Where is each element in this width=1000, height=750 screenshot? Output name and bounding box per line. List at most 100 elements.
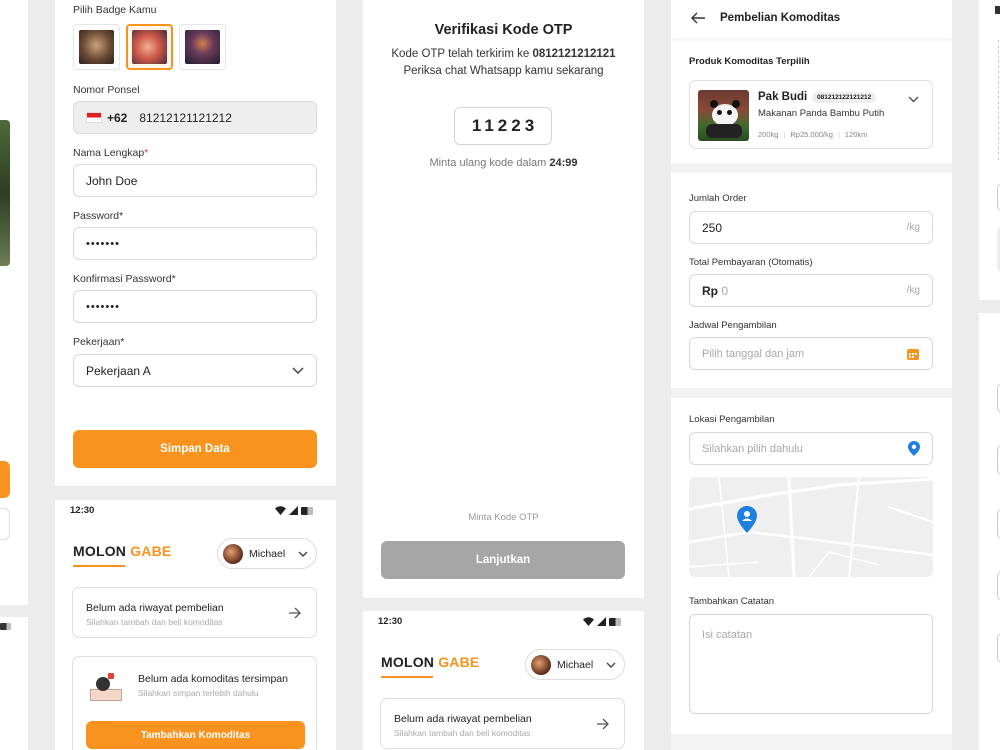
history-subtitle: Silahkan tambah dan beli komoditas xyxy=(394,728,531,738)
badge-image-3 xyxy=(185,30,220,64)
left-edge-photo xyxy=(0,120,10,266)
left-edge-card xyxy=(0,508,10,540)
saved-commodity-card: Belum ada komoditas tersimpan Silahkan s… xyxy=(72,656,317,750)
battery-icon xyxy=(301,506,313,515)
schedule-placeholder: Pilih tanggal dan jam xyxy=(702,347,805,360)
product-name: Makanan Panda Bambu Putih xyxy=(758,108,885,119)
save-data-button[interactable]: Simpan Data xyxy=(73,430,317,468)
otp-code-input[interactable]: 11223 xyxy=(454,107,552,145)
notes-placeholder: Isi catatan xyxy=(702,629,753,641)
indonesia-flag-icon xyxy=(86,112,102,123)
name-value: John Doe xyxy=(86,173,138,188)
schedule-field[interactable]: Pilih tanggal dan jam xyxy=(689,337,933,370)
location-pin-icon xyxy=(908,441,920,456)
logo-underline xyxy=(381,676,433,678)
purchase-header: Pembelian Komoditas xyxy=(671,0,952,38)
request-otp-link[interactable]: Minta Kode OTP xyxy=(363,512,644,523)
total-payment-field: Rp 0 /kg xyxy=(689,274,933,307)
order-unit: /kg xyxy=(906,222,920,233)
chevron-down-icon xyxy=(606,662,616,668)
avatar xyxy=(531,654,551,675)
map-roads xyxy=(689,477,933,577)
badge-image-1 xyxy=(79,30,114,64)
logo-underline xyxy=(73,565,125,567)
wifi-icon xyxy=(583,617,594,626)
user-menu[interactable]: Michael xyxy=(217,538,317,569)
history-card[interactable]: Belum ada riwayat pembelian Silahkan tam… xyxy=(72,587,317,638)
schedule-label: Jadwal Pengambilan xyxy=(689,320,777,331)
location-map[interactable] xyxy=(689,477,933,577)
section-divider xyxy=(671,734,952,750)
notes-label: Tambahkan Catatan xyxy=(689,596,775,607)
app-logo: MOLON GABE xyxy=(381,654,480,670)
otp-title: Verifikasi Kode OTP xyxy=(434,22,573,38)
history-title: Belum ada riwayat pembelian xyxy=(86,602,224,614)
avatar xyxy=(223,543,243,564)
panda-product-image xyxy=(698,90,749,141)
home-panel-2: 12:30 MOLON GABE Michael Belum ada riway… xyxy=(363,611,644,750)
otp-panel: Verifikasi Kode OTP Kode OTP telah terki… xyxy=(363,0,644,598)
location-label: Lokasi Pengambilan xyxy=(689,414,775,425)
section-divider xyxy=(671,163,952,173)
badge-option-2-selected[interactable] xyxy=(126,24,173,70)
status-icons xyxy=(275,506,313,515)
right-edge-status-text xyxy=(995,6,1000,14)
order-quantity-field[interactable]: 250 /kg xyxy=(689,211,933,244)
battery-icon xyxy=(609,617,621,626)
location-field[interactable]: Silahkan pilih dahulu xyxy=(689,432,933,465)
history-title: Belum ada riwayat pembelian xyxy=(394,713,532,725)
map-pin-icon xyxy=(737,506,757,533)
name-field[interactable]: John Doe xyxy=(73,164,317,197)
status-time: 12:30 xyxy=(378,616,403,627)
confirm-password-field[interactable]: ••••••• xyxy=(73,290,317,323)
badge-label: Pilih Badge Kamu xyxy=(73,4,157,16)
location-placeholder: Silahkan pilih dahulu xyxy=(702,442,803,455)
badge-option-3[interactable] xyxy=(179,24,226,70)
status-icons xyxy=(583,617,621,626)
total-unit: /kg xyxy=(906,285,920,296)
product-stats: 200kg | Rp25.000/kg | 120km xyxy=(758,130,868,139)
saved-subtitle: Silahkan simpan terlebih dahulu xyxy=(138,688,259,698)
purchase-panel: Pembelian Komoditas Produk Komoditas Ter… xyxy=(671,0,952,750)
job-value: Pekerjaan A xyxy=(86,363,151,378)
badge-option-1[interactable] xyxy=(73,24,120,70)
otp-code-value: 11223 xyxy=(471,116,539,135)
phone-field[interactable]: +62 81212121121212 xyxy=(73,101,317,134)
phone-label: Nomor Ponsel xyxy=(73,84,140,96)
seller-phone-badge: 081212122121212 xyxy=(812,92,877,103)
left-edge-orange-button[interactable] xyxy=(0,461,10,498)
total-value: 0 xyxy=(721,283,729,298)
left-edge-panel xyxy=(0,0,28,605)
job-select[interactable]: Pekerjaan A xyxy=(73,354,317,387)
chevron-down-icon[interactable] xyxy=(908,96,919,103)
continue-button[interactable]: Lanjutkan xyxy=(381,541,625,579)
chevron-down-icon xyxy=(298,551,308,557)
password-field[interactable]: ••••••• xyxy=(73,227,317,260)
arrow-right-icon xyxy=(597,718,609,730)
arrow-right-icon xyxy=(289,607,301,619)
calendar-icon xyxy=(907,348,919,360)
total-label: Total Pembayaran (Otomatis) xyxy=(689,257,813,268)
currency-prefix: Rp xyxy=(702,283,718,298)
back-arrow-icon[interactable] xyxy=(691,12,705,24)
password-label: Password* xyxy=(73,210,124,222)
order-value: 250 xyxy=(702,220,723,235)
left-edge-panel-2 xyxy=(0,617,28,750)
password-value: ••••••• xyxy=(86,237,120,250)
user-name: Michael xyxy=(249,547,286,560)
signal-icon xyxy=(597,617,606,626)
phone-value: 81212121121212 xyxy=(139,110,232,125)
user-name: Michael xyxy=(557,658,594,671)
user-menu[interactable]: Michael xyxy=(525,649,625,680)
registration-panel: Pilih Badge Kamu Nomor Ponsel +62 812121… xyxy=(55,0,336,486)
right-edge-panel xyxy=(979,0,1000,300)
selected-product-card[interactable]: Pak Budi 081212122121212 Makanan Panda B… xyxy=(689,80,933,149)
left-edge-battery-icon xyxy=(0,623,11,630)
resend-countdown: Minta ulang kode dalam 24:99 xyxy=(429,157,578,169)
notes-textarea[interactable]: Isi catatan xyxy=(689,614,933,714)
add-commodity-button[interactable]: Tambahkan Komoditas xyxy=(86,721,305,749)
chevron-down-icon xyxy=(292,366,304,374)
history-card[interactable]: Belum ada riwayat pembelian Silahkan tam… xyxy=(380,698,625,749)
name-label: Nama Lengkap* xyxy=(73,147,149,159)
selected-product-label: Produk Komoditas Terpilih xyxy=(689,56,810,67)
